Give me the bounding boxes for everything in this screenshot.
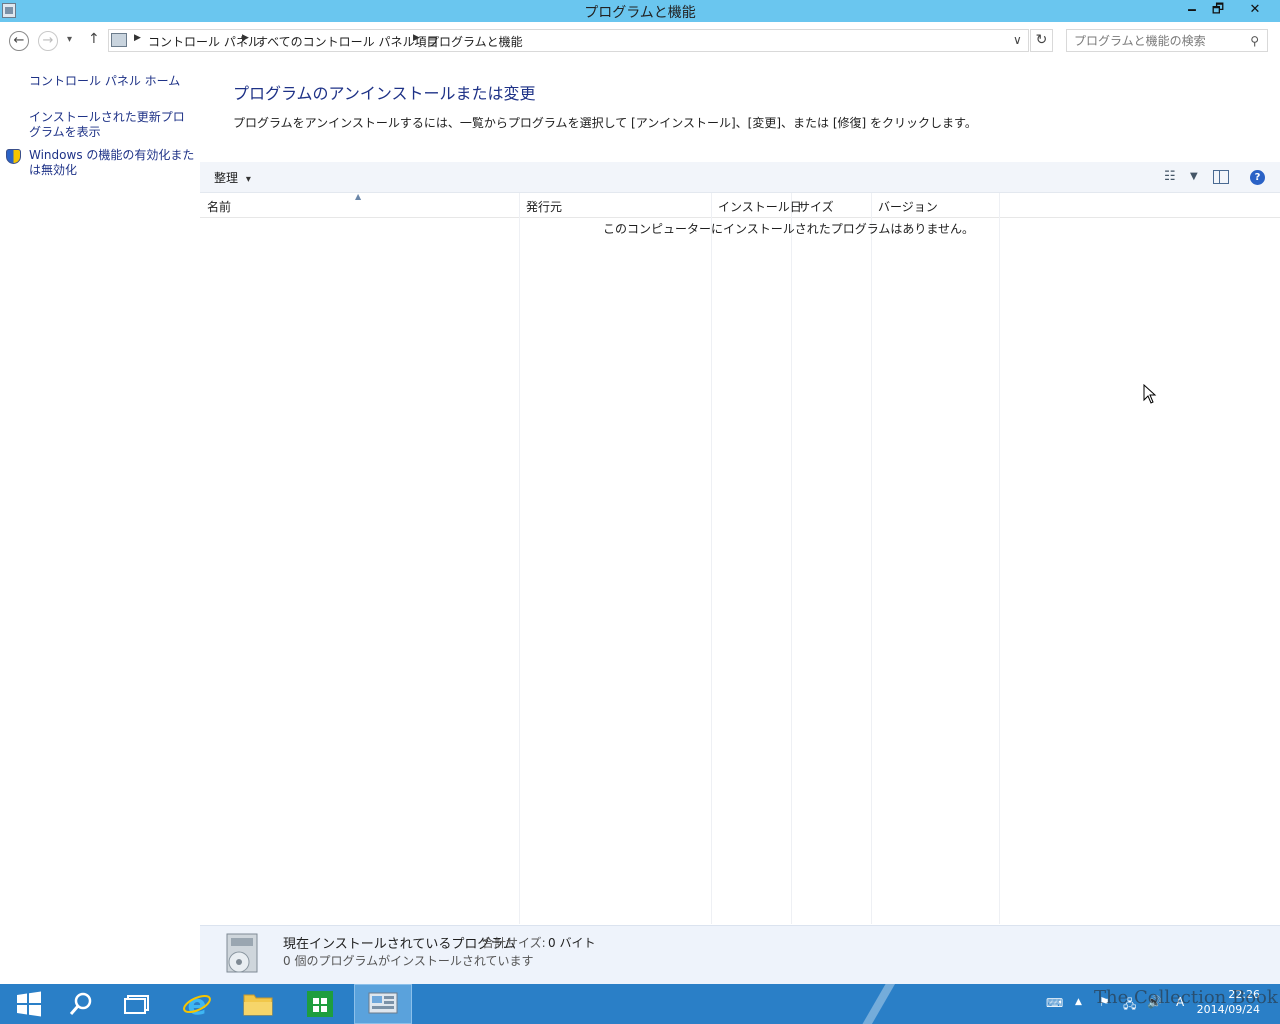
breadcrumb-all-items[interactable]: すべてのコントロール パネル項目 xyxy=(256,33,439,50)
column-divider xyxy=(999,193,1000,924)
view-options-button[interactable]: ☷ xyxy=(1164,169,1176,184)
organize-button[interactable]: 整理 ▾ xyxy=(214,169,251,186)
column-name[interactable]: 名前 xyxy=(207,198,231,215)
command-bar: 整理 ▾ ☷ ▼ ? xyxy=(200,162,1280,193)
watermark-text: The Collection Book xyxy=(1094,987,1278,1008)
search-taskbar-button[interactable] xyxy=(52,984,110,1024)
restore-button[interactable]: 🗗 xyxy=(1205,0,1231,22)
preview-pane-button[interactable] xyxy=(1213,170,1229,184)
mouse-cursor-icon xyxy=(1143,384,1157,404)
folder-icon xyxy=(243,994,273,1016)
taskbar-decoration xyxy=(860,984,900,1024)
control-panel-icon xyxy=(368,992,398,1014)
back-button[interactable]: ← xyxy=(9,31,29,51)
windows-logo-icon xyxy=(17,991,41,1017)
control-panel-taskbar-button[interactable] xyxy=(354,984,412,1024)
task-view-button[interactable] xyxy=(108,984,166,1024)
keyboard-icon[interactable]: ⌨ xyxy=(1046,996,1063,1010)
uac-shield-icon xyxy=(6,149,21,164)
file-explorer-button[interactable] xyxy=(229,984,287,1024)
svg-text:e: e xyxy=(188,989,207,1019)
chevron-right-icon[interactable]: ▶ xyxy=(413,33,420,43)
column-divider xyxy=(871,193,872,924)
up-button[interactable]: ↑ xyxy=(88,31,100,47)
chevron-right-icon[interactable]: ▶ xyxy=(134,33,141,43)
installer-package-icon xyxy=(226,933,258,973)
close-button[interactable]: ✕ xyxy=(1241,0,1269,22)
page-description: プログラムをアンインストールするには、一覧からプログラムを選択して [アンインス… xyxy=(233,116,977,130)
start-button[interactable] xyxy=(0,984,58,1024)
column-divider xyxy=(791,193,792,924)
store-icon xyxy=(307,991,333,1017)
column-divider xyxy=(519,193,520,924)
internet-explorer-icon: e xyxy=(183,989,211,1019)
empty-list-message: このコンピューターにインストールされたプログラムはありません。 xyxy=(603,222,975,236)
column-divider xyxy=(711,193,712,924)
view-options-dropdown[interactable]: ▼ xyxy=(1190,171,1198,182)
chevron-right-icon[interactable]: ▶ xyxy=(242,33,249,43)
details-pane: 現在インストールされているプログラム 合計サイズ: 0 バイト 0 個のプログラ… xyxy=(200,925,1280,984)
column-installed-on[interactable]: インストール日 xyxy=(718,198,802,215)
chevron-down-icon: ▼ xyxy=(1190,171,1198,182)
control-panel-home-link[interactable]: コントロール パネル ホーム xyxy=(29,74,194,89)
search-input[interactable] xyxy=(1068,31,1238,50)
program-count: 0 個のプログラムがインストールされています xyxy=(283,954,534,968)
taskbar: e ⌨ ▲ ⚑ 🖧 🔊 A 22:26 2014/09/24 xyxy=(0,984,1280,1024)
total-size-label: 合計サイズ: xyxy=(482,936,546,950)
column-version[interactable]: バージョン xyxy=(878,198,938,215)
forward-button[interactable]: → xyxy=(38,31,58,51)
minimize-button[interactable]: 🗕 xyxy=(1179,0,1205,22)
recent-locations-dropdown[interactable]: ▾ xyxy=(67,34,72,45)
help-icon[interactable]: ? xyxy=(1250,170,1265,185)
breadcrumb-programs-features[interactable]: プログラムと機能 xyxy=(427,33,523,50)
task-view-icon xyxy=(124,995,149,1014)
address-dropdown-button[interactable]: ∨ xyxy=(1013,33,1022,47)
magnifier-icon xyxy=(69,992,92,1015)
organize-label: 整理 xyxy=(214,171,239,185)
search-box[interactable]: ⚲ xyxy=(1066,29,1268,52)
chevron-down-icon: ▾ xyxy=(245,174,251,185)
total-size-value: 0 バイト xyxy=(548,936,596,950)
preview-pane-icon xyxy=(1219,171,1220,183)
column-publisher[interactable]: 発行元 xyxy=(526,198,562,215)
column-size[interactable]: サイズ xyxy=(798,198,834,215)
show-hidden-icons-button[interactable]: ▲ xyxy=(1075,997,1082,1007)
search-icon[interactable]: ⚲ xyxy=(1250,34,1259,48)
refresh-button[interactable]: ↻ xyxy=(1030,29,1053,52)
window-title: プログラムと機能 xyxy=(584,5,696,21)
store-button[interactable] xyxy=(291,984,349,1024)
windows-features-link[interactable]: Windows の機能の有効化または無効化 xyxy=(29,148,195,178)
control-panel-folder-icon xyxy=(111,33,127,47)
internet-explorer-button[interactable]: e xyxy=(168,984,226,1024)
sort-ascending-icon: ▲ xyxy=(355,192,362,201)
page-title: プログラムのアンインストールまたは変更 xyxy=(233,84,536,103)
details-view-icon: ☷ xyxy=(1164,169,1176,184)
view-installed-updates-link[interactable]: インストールされた更新プログラムを表示 xyxy=(29,110,191,140)
